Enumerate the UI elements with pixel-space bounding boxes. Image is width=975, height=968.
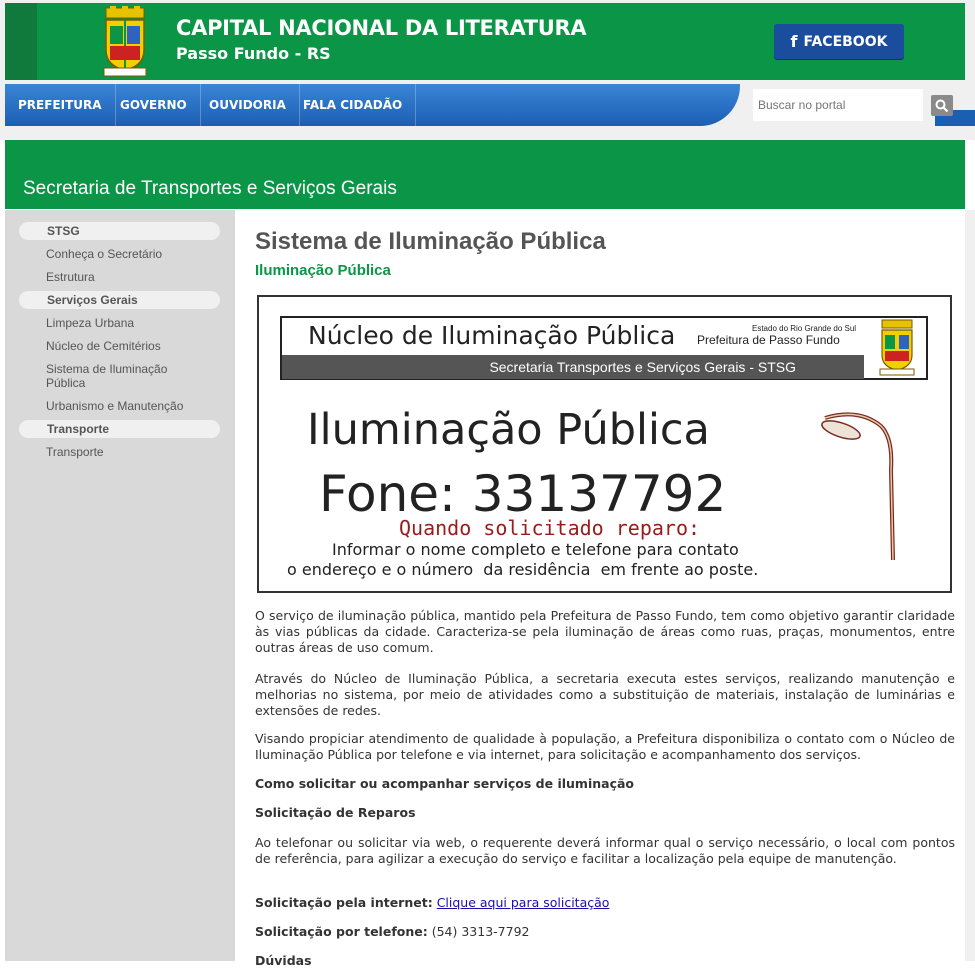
request-link[interactable]: Clique aqui para solicitação xyxy=(437,895,610,910)
poster-header-title: Núcleo de Iluminação Pública xyxy=(308,321,676,350)
poster-when: Quando solicitado reparo: xyxy=(399,516,701,540)
poster-line1: Informar o nome completo e telefone para… xyxy=(332,540,739,559)
sidebar-heading-servicos-gerais[interactable]: Serviços Gerais xyxy=(19,291,220,309)
site-subtitle: Passo Fundo - RS xyxy=(176,44,331,63)
poster-phone: Fone: 33137792 xyxy=(319,465,727,523)
sidebar-item-cemiterios[interactable]: Núcleo de Cemitérios xyxy=(46,339,216,353)
poster-big-title: Iluminação Pública xyxy=(307,405,710,455)
page-title: Sistema de Iluminação Pública xyxy=(255,228,606,255)
site-title[interactable]: CAPITAL NACIONAL DA LITERATURA xyxy=(176,16,587,40)
facebook-icon: f xyxy=(790,32,798,51)
repairs-text: Ao telefonar ou solicitar via web, o req… xyxy=(255,835,955,866)
repairs-heading: Solicitação de Reparos xyxy=(255,805,416,820)
sidebar-item-limpeza-urbana[interactable]: Limpeza Urbana xyxy=(46,316,216,330)
street-lamp-icon xyxy=(821,412,895,560)
sidebar-item-urbanismo[interactable]: Urbanismo e Manutenção xyxy=(46,399,216,413)
sidebar-heading-stsg[interactable]: STSG xyxy=(19,222,220,240)
phone-line: Solicitação por telefone: (54) 3313-7792 xyxy=(255,924,529,939)
sidebar-item-iluminacao[interactable]: Sistema de Iluminação Pública xyxy=(46,362,181,390)
poster-strip: Secretaria Transportes e Serviços Gerais… xyxy=(282,355,864,379)
phone-label: Solicitação por telefone: xyxy=(255,924,428,939)
nav-item-governo[interactable]: GOVERNO xyxy=(107,84,201,126)
sidebar-item-transporte[interactable]: Transporte xyxy=(46,445,216,459)
search-icon xyxy=(935,99,949,112)
nav-item-fala-cidadao[interactable]: FALA CIDADÃO xyxy=(290,84,417,126)
banner-title: Secretaria de Transportes e Serviços Ger… xyxy=(23,178,397,199)
sidebar: STSG Conheça o Secretário Estrutura Serv… xyxy=(5,210,235,961)
poster-coat-of-arms-icon xyxy=(879,319,915,376)
search-input[interactable] xyxy=(753,89,923,121)
paragraph-3: Visando propiciar atendimento de qualida… xyxy=(255,731,955,762)
poster-image: Núcleo de Iluminação Pública Estado do R… xyxy=(257,295,952,593)
sidebar-item-estrutura[interactable]: Estrutura xyxy=(46,270,216,284)
search-button[interactable] xyxy=(931,95,953,116)
main-nav: PREFEITURA GOVERNO OUVIDORIA FALA CIDADÃ… xyxy=(5,84,740,126)
how-heading: Como solicitar ou acompanhar serviços de… xyxy=(255,776,634,791)
section-banner: Secretaria de Transportes e Serviços Ger… xyxy=(5,140,965,209)
facebook-label: FACEBOOK xyxy=(803,33,888,50)
poster-prefeitura: Prefeitura de Passo Fundo xyxy=(697,333,840,347)
sidebar-item-conheca-secretario[interactable]: Conheça o Secretário xyxy=(46,247,216,261)
internet-label: Solicitação pela internet: xyxy=(255,895,433,910)
phone-value: (54) 3313-7792 xyxy=(431,924,530,939)
poster-line2: o endereço e o número da residência em f… xyxy=(287,560,759,579)
facebook-button[interactable]: f FACEBOOK xyxy=(774,24,904,59)
sidebar-heading-transporte[interactable]: Transporte xyxy=(19,420,220,438)
poster-header-box: Núcleo de Iluminação Pública Estado do R… xyxy=(280,316,928,380)
poster-state: Estado do Rio Grande do Sul xyxy=(752,324,857,333)
coat-of-arms-icon[interactable] xyxy=(100,6,150,78)
nav-item-prefeitura[interactable]: PREFEITURA xyxy=(5,84,116,126)
paragraph-2: Através do Núcleo de Iluminação Pública,… xyxy=(255,671,955,718)
header-accent xyxy=(5,3,37,80)
paragraph-1: O serviço de iluminação pública, mantido… xyxy=(255,608,955,655)
nav-item-ouvidoria[interactable]: OUVIDORIA xyxy=(196,84,300,126)
internet-line: Solicitação pela internet: Clique aqui p… xyxy=(255,895,609,910)
page-subtitle: Iluminação Pública xyxy=(255,262,391,279)
right-border xyxy=(965,210,975,961)
